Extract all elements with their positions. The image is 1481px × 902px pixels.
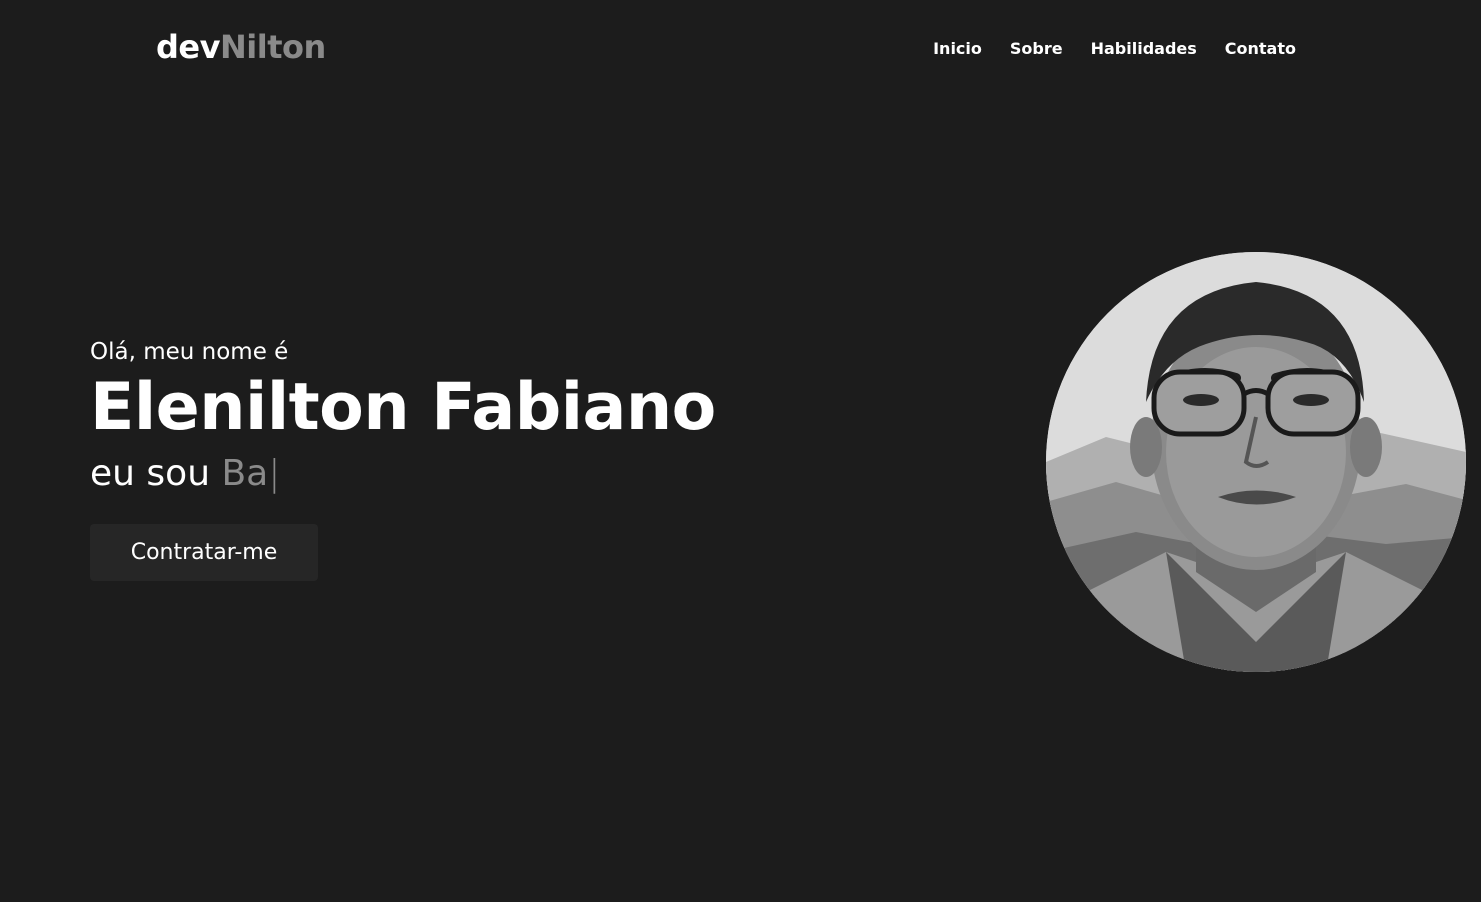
role-typed-text: Ba bbox=[221, 453, 269, 494]
hero-name: Elenilton Fabiano bbox=[90, 370, 716, 445]
hero-greeting: Olá, meu nome é bbox=[90, 339, 289, 365]
role-prefix: eu sou bbox=[90, 453, 222, 494]
logo-secondary-text: Nilton bbox=[219, 28, 326, 66]
site-logo[interactable]: devNilton bbox=[156, 28, 326, 66]
logo-primary-text: dev bbox=[156, 28, 220, 66]
typing-cursor: | bbox=[268, 453, 281, 494]
main-nav: Inicio Sobre Habilidades Contato bbox=[933, 39, 1296, 58]
hire-me-button[interactable]: Contratar-me bbox=[90, 524, 318, 581]
profile-portrait-icon bbox=[1046, 252, 1466, 672]
nav-link-contato[interactable]: Contato bbox=[1225, 39, 1296, 58]
hero-section: Olá, meu nome é Elenilton Fabiano eu sou… bbox=[90, 336, 716, 581]
hero-role: eu sou Ba| bbox=[90, 448, 716, 500]
nav-link-sobre[interactable]: Sobre bbox=[1010, 39, 1063, 58]
nav-link-habilidades[interactable]: Habilidades bbox=[1091, 39, 1197, 58]
page: devNilton Inicio Sobre Habilidades Conta… bbox=[0, 0, 1481, 902]
profile-avatar bbox=[1046, 252, 1466, 672]
nav-link-inicio[interactable]: Inicio bbox=[933, 39, 982, 58]
